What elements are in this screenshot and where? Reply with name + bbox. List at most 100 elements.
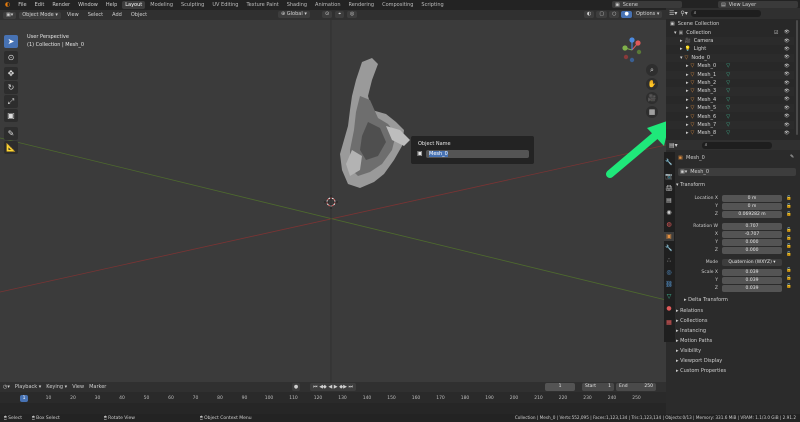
playback-controls[interactable]: ⏮ ◀◆ ◀ ▶ ◆▶ ⏭ xyxy=(310,383,356,391)
visibility-eye-icon[interactable]: 👁 xyxy=(784,81,790,86)
expand-arrow-icon[interactable]: ▸ xyxy=(680,46,683,52)
outliner-item-mesh-6[interactable]: ▸ ▽ Mesh_6 ▽ 👁 xyxy=(666,113,794,121)
expand-arrow-icon[interactable]: ▸ xyxy=(686,88,689,94)
outliner-item-mesh-2[interactable]: ▸ ▽ Mesh_2 ▽ 👁 xyxy=(666,79,794,87)
outliner-item-mesh-7[interactable]: ▸ ▽ Mesh_7 ▽ 👁 xyxy=(666,120,794,130)
collections-section[interactable]: ▸ Collections xyxy=(676,318,707,324)
object-data-tab-icon[interactable]: ▽ xyxy=(664,292,674,301)
current-frame-field[interactable]: 1 xyxy=(545,383,575,391)
object-name-field[interactable]: Mesh_0 xyxy=(426,150,529,158)
record-button[interactable]: ● xyxy=(292,383,300,391)
expand-arrow-icon[interactable]: ▸ xyxy=(686,114,689,120)
menu-window[interactable]: Window xyxy=(75,1,101,9)
viewport-menu-add[interactable]: Add xyxy=(109,12,125,19)
visibility-eye-icon[interactable]: 👁 xyxy=(784,123,790,128)
mesh-data-icon[interactable]: ▽ xyxy=(726,63,730,69)
workspace-tab-scripting[interactable]: Scripting xyxy=(418,1,446,9)
move-tool[interactable]: ✥ xyxy=(4,67,18,80)
expand-arrow-icon[interactable]: ▸ xyxy=(686,97,689,103)
exclude-checkbox[interactable]: ☑ xyxy=(774,30,778,36)
timeline-editor-icon[interactable]: ◷▾ xyxy=(3,384,10,390)
viewport-display-section[interactable]: ▸ Viewport Display xyxy=(676,358,722,364)
workspace-tab-rendering[interactable]: Rendering xyxy=(346,1,378,9)
measure-tool[interactable]: 📐 xyxy=(4,141,18,154)
outliner-item-light[interactable]: ▸ 💡 Light 👁 xyxy=(666,45,794,53)
workspace-tab-layout[interactable]: Layout xyxy=(122,1,146,9)
menu-help[interactable]: Help xyxy=(103,1,120,9)
start-frame-field[interactable]: Start 1 xyxy=(582,383,614,391)
mesh-data-icon[interactable]: ▽ xyxy=(726,88,730,94)
visibility-eye-icon[interactable]: 👁 xyxy=(784,30,790,35)
workspace-tab-shading[interactable]: Shading xyxy=(284,1,310,9)
visibility-eye-icon[interactable]: 👁 xyxy=(784,89,790,94)
rotation-y-field[interactable]: 0.000 xyxy=(722,239,782,246)
outliner-scrollbar[interactable] xyxy=(796,20,798,135)
viewport-menu-view[interactable]: View xyxy=(64,12,82,19)
instancing-section[interactable]: ▸ Instancing xyxy=(676,328,706,334)
workspace-tab-modeling[interactable]: Modeling xyxy=(147,1,176,9)
mesh-data-icon[interactable]: ▽ xyxy=(726,80,730,86)
proportional-edit-icon[interactable]: ◎ xyxy=(347,11,358,18)
outliner-editor-icon[interactable]: ☰▾ xyxy=(669,10,677,17)
keying-menu[interactable]: Keying ▾ xyxy=(46,384,67,390)
pan-hand-icon[interactable]: ✋ xyxy=(646,78,658,90)
expand-arrow-icon[interactable]: ▸ xyxy=(686,130,689,136)
solid-shading-icon[interactable]: ● xyxy=(621,11,632,18)
visibility-eye-icon[interactable]: 👁 xyxy=(784,47,790,52)
view-layer-tab-icon[interactable]: ▤ xyxy=(664,196,674,205)
select-box-tool[interactable]: ➤ xyxy=(4,35,18,48)
motion-paths-section[interactable]: ▸ Motion Paths xyxy=(676,338,712,344)
outliner-item-mesh-0[interactable]: ▸ ▽ Mesh_0 ▽ 👁 xyxy=(666,62,794,70)
viewport-menu-object[interactable]: Object xyxy=(128,12,150,19)
visibility-eye-icon[interactable]: 👁 xyxy=(784,106,790,111)
render-tab-icon[interactable]: 📷 xyxy=(664,172,674,181)
texture-tab-icon[interactable]: ▦ xyxy=(664,318,674,327)
menu-file[interactable]: File xyxy=(15,1,29,9)
rotate-tool[interactable]: ↻ xyxy=(4,81,18,94)
location-z-field[interactable]: 0.069282 m xyxy=(722,211,782,218)
modifier-tab-icon[interactable]: 🔧 xyxy=(664,244,674,253)
outliner-scene-collection[interactable]: ▣ Scene Collection xyxy=(666,20,794,28)
snap-icon[interactable]: ⌖ xyxy=(335,11,345,18)
delta-transform-section[interactable]: ▸ Delta Transform xyxy=(684,297,728,303)
custom-properties-section[interactable]: ▸ Custom Properties xyxy=(676,368,726,374)
mesh-data-icon[interactable]: ▽ xyxy=(726,97,730,103)
expand-arrow-icon[interactable]: ▸ xyxy=(686,63,689,69)
pivot-icon[interactable]: ⊙ xyxy=(322,11,333,18)
snap-pivot-controls[interactable]: ⊙ ⌖ ◎ xyxy=(322,11,358,18)
mesh-data-icon[interactable]: ▽ xyxy=(726,105,730,111)
scale-y-field[interactable]: 0.039 xyxy=(722,277,782,284)
zoom-icon[interactable]: ⌕ xyxy=(646,64,658,76)
physics-tab-icon[interactable]: ◎ xyxy=(664,268,674,277)
outliner-item-node-0[interactable]: ▾ ▽ Node_0 👁 xyxy=(666,53,794,63)
object-name-input[interactable]: ▣▾ Mesh_0 xyxy=(678,168,796,176)
mesh-data-icon[interactable]: ▽ xyxy=(726,114,730,120)
scene-tab-icon[interactable]: ◉ xyxy=(664,208,674,217)
mesh-data-icon[interactable]: ▽ xyxy=(726,122,730,128)
expand-arrow-icon[interactable]: ▸ xyxy=(686,122,689,128)
workspace-tab-animation[interactable]: Animation xyxy=(312,1,344,9)
visibility-eye-icon[interactable]: 👁 xyxy=(784,39,790,44)
tool-tab-icon[interactable]: 🔧 xyxy=(664,158,674,167)
timeline-keyframe-area[interactable] xyxy=(0,403,666,414)
transform-orientation-dropdown[interactable]: ⊕ Global ▾ xyxy=(278,11,310,18)
transform-lock-icons[interactable]: 🔓 🔓 🔓 🔓 🔓 🔓 🔓 🔓 🔓 🔓 xyxy=(786,195,794,295)
menu-edit[interactable]: Edit xyxy=(32,1,48,9)
mesh-data-icon[interactable]: ▽ xyxy=(726,130,730,136)
visibility-eye-icon[interactable]: 👁 xyxy=(784,72,790,77)
xray-icon[interactable]: ▢ xyxy=(596,11,608,18)
particles-tab-icon[interactable]: ∴ xyxy=(664,256,674,265)
location-y-field[interactable]: 0 m xyxy=(722,203,782,210)
outliner-item-mesh-1[interactable]: ▸ ▽ Mesh_1 ▽ 👁 xyxy=(666,70,794,79)
cursor-tool[interactable]: ⊙ xyxy=(4,51,18,64)
rotation-mode-dropdown[interactable]: Quaternion (WXYZ) ▾ xyxy=(722,259,782,266)
playback-menu[interactable]: Playback ▾ xyxy=(15,384,41,390)
workspace-tab-compositing[interactable]: Compositing xyxy=(379,1,416,9)
mesh-data-icon[interactable]: ▽ xyxy=(726,72,730,78)
playhead-indicator[interactable]: 1 xyxy=(20,395,28,402)
material-tab-icon[interactable]: ● xyxy=(664,304,674,313)
workspace-tab-uv-editing[interactable]: UV Editing xyxy=(209,1,241,9)
relations-section[interactable]: ▸ Relations xyxy=(676,308,703,314)
filter-icon[interactable]: ⚲▾ xyxy=(680,10,687,17)
output-tab-icon[interactable]: 🖨 xyxy=(664,184,674,193)
